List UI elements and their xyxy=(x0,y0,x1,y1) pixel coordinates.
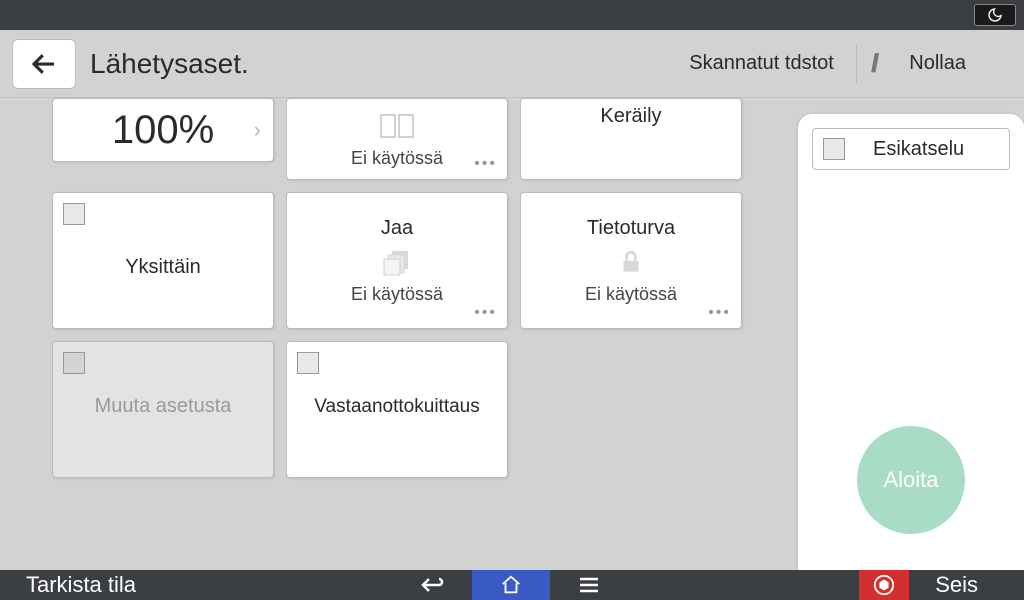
separator-icon: // xyxy=(856,44,887,84)
card-title: Yksittäin xyxy=(125,256,201,279)
card-title: Tietoturva xyxy=(587,217,675,240)
settings-grid: 100% › Ei käytössä ••• Keräily Yksittäin… xyxy=(52,98,772,478)
stop-section: Seis xyxy=(859,570,1024,600)
card-title: Vastaanottokuittaus xyxy=(314,396,479,418)
preview-label: Esikatselu xyxy=(873,138,964,161)
preview-button[interactable]: Esikatselu xyxy=(812,128,1010,170)
status-bar xyxy=(0,0,1024,30)
zoom-value: 100% xyxy=(112,108,214,153)
card-jaa[interactable]: Jaa Ei käytössä ••• xyxy=(286,192,508,329)
more-icon: ••• xyxy=(708,304,731,322)
main: 100% › Ei käytössä ••• Keräily Yksittäin… xyxy=(0,98,1024,570)
home-button[interactable] xyxy=(472,570,550,600)
back-button[interactable] xyxy=(12,39,76,89)
start-button[interactable]: Aloita xyxy=(857,426,965,534)
home-icon xyxy=(499,574,523,596)
card-title: Jaa xyxy=(381,217,413,240)
preview-checkbox[interactable] xyxy=(823,138,845,160)
checkbox[interactable] xyxy=(63,203,85,225)
bottom-bar: Tarkista tila Seis xyxy=(0,570,1024,600)
card-status: Ei käytössä xyxy=(585,284,677,305)
card-vastaanottokuittaus[interactable]: Vastaanottokuittaus xyxy=(286,341,508,478)
check-status-button[interactable]: Tarkista tila xyxy=(0,572,162,598)
stop-label[interactable]: Seis xyxy=(909,572,1024,598)
more-icon: ••• xyxy=(474,155,497,173)
card-title: Keräily xyxy=(600,105,661,128)
stack-icon xyxy=(382,246,412,278)
arrow-left-icon xyxy=(29,49,59,79)
card-muuta-asetusta: Muuta asetusta xyxy=(52,341,274,478)
scanned-files-button[interactable]: Skannatut tdstot xyxy=(667,44,856,84)
card-status: Ei käytössä xyxy=(351,148,443,169)
stop-button[interactable] xyxy=(859,570,909,600)
card-title: Muuta asetusta xyxy=(95,395,232,418)
lock-icon xyxy=(618,246,644,278)
card-unknown-1[interactable]: Ei käytössä ••• xyxy=(286,98,508,180)
return-icon xyxy=(419,575,447,595)
card-zoom[interactable]: 100% › xyxy=(52,98,274,162)
stop-icon xyxy=(873,574,895,596)
reset-button[interactable]: Nollaa xyxy=(887,44,988,84)
start-label: Aloita xyxy=(883,467,938,493)
bottom-center xyxy=(162,570,859,600)
menu-icon xyxy=(578,576,600,594)
settings-grid-container: 100% › Ei käytössä ••• Keräily Yksittäin… xyxy=(0,98,798,570)
card-tietoturva[interactable]: Tietoturva Ei käytössä ••• xyxy=(520,192,742,329)
checkbox[interactable] xyxy=(297,352,319,374)
more-icon: ••• xyxy=(474,304,497,322)
card-status: Ei käytössä xyxy=(351,284,443,305)
night-mode-icon[interactable] xyxy=(974,4,1016,26)
card-keraily[interactable]: Keräily xyxy=(520,98,742,180)
menu-button[interactable] xyxy=(550,570,628,600)
book-open-icon xyxy=(379,110,415,142)
header: Lähetysaset. Skannatut tdstot // Nollaa xyxy=(0,30,1024,98)
card-yksittain[interactable]: Yksittäin xyxy=(52,192,274,329)
right-panel: Esikatselu Aloita xyxy=(798,114,1024,570)
header-actions: Skannatut tdstot // Nollaa xyxy=(667,44,988,84)
checkbox xyxy=(63,352,85,374)
page-title: Lähetysaset. xyxy=(90,48,667,80)
chevron-right-icon: › xyxy=(254,117,261,143)
back-nav-button[interactable] xyxy=(394,570,472,600)
